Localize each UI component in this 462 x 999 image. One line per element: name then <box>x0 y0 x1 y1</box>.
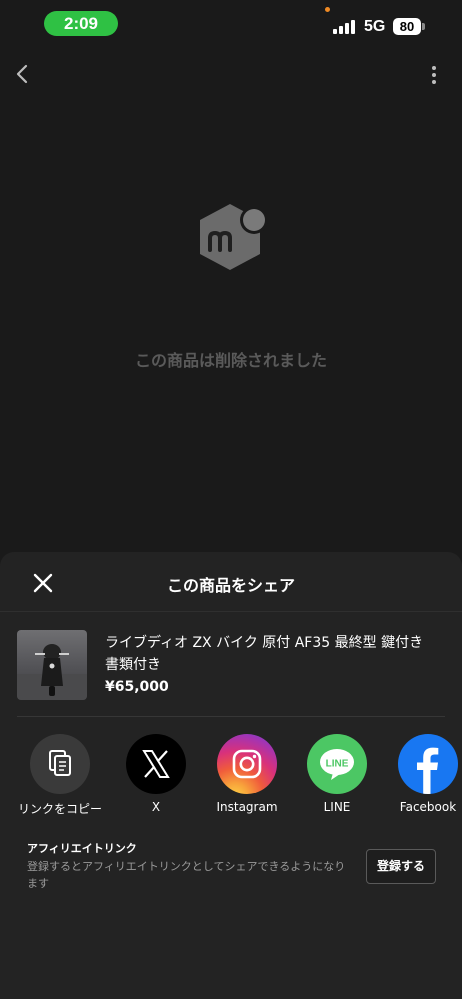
share-x-button[interactable]: X <box>111 734 201 814</box>
product-title: ライブディオ ZX バイク 原付 AF35 最終型 鍵付き 書類付き <box>105 635 438 673</box>
deleted-message: この商品は削除されました <box>134 351 327 370</box>
x-logo-icon <box>126 734 186 794</box>
share-label-facebook: Facebook <box>399 800 457 814</box>
facebook-icon <box>398 734 458 794</box>
instagram-icon <box>217 734 277 794</box>
share-label-instagram: Instagram <box>216 800 278 814</box>
share-copy-link-button[interactable]: リンクをコピー <box>15 734 105 816</box>
svg-text:LINE: LINE <box>326 759 349 770</box>
product-summary: ライブディオ ZX バイク 原付 AF35 最終型 鍵付き 書類付き ¥65,0… <box>17 630 445 716</box>
share-facebook-button[interactable]: Facebook <box>383 734 462 814</box>
line-icon: LINE <box>307 734 367 794</box>
network-type: 5G <box>364 18 386 35</box>
share-sheet-header: この商品をシェア <box>0 552 462 612</box>
status-time: 2:09 <box>44 11 118 36</box>
share-instagram-button[interactable]: Instagram <box>202 734 292 814</box>
battery-icon: 80 <box>393 18 421 35</box>
share-line-button[interactable]: LINE LINE <box>292 734 382 814</box>
share-sheet: この商品をシェア ライブディオ ZX バイク 原付 AF35 最終型 鍵付き 書… <box>0 552 462 999</box>
mercari-logo-icon <box>200 204 268 270</box>
product-price: ¥65,000 <box>105 679 169 695</box>
product-thumbnail <box>17 630 87 700</box>
status-bar: 2:09 5G 80 <box>0 0 462 48</box>
copy-icon <box>30 734 90 794</box>
recording-indicator-dot <box>325 7 330 12</box>
affiliate-description: 登録するとアフィリエイトリンクとしてシェアできるようになります <box>27 860 346 890</box>
divider <box>17 716 445 717</box>
chevron-left-icon[interactable] <box>12 62 34 86</box>
share-label-x: X <box>151 800 161 814</box>
affiliate-title: アフィリエイトリンク <box>27 842 137 855</box>
affiliate-register-button[interactable]: 登録する <box>366 849 436 884</box>
battery-tip <box>422 23 425 30</box>
share-options: リンクをコピー X Instagram LINE LINE Facebook <box>0 734 462 816</box>
signal-icon <box>333 20 355 34</box>
more-vertical-icon[interactable] <box>424 64 444 86</box>
share-label-copy-link: リンクをコピー <box>17 802 102 816</box>
share-sheet-title: この商品をシェア <box>166 576 295 595</box>
share-label-line: LINE <box>323 800 351 814</box>
